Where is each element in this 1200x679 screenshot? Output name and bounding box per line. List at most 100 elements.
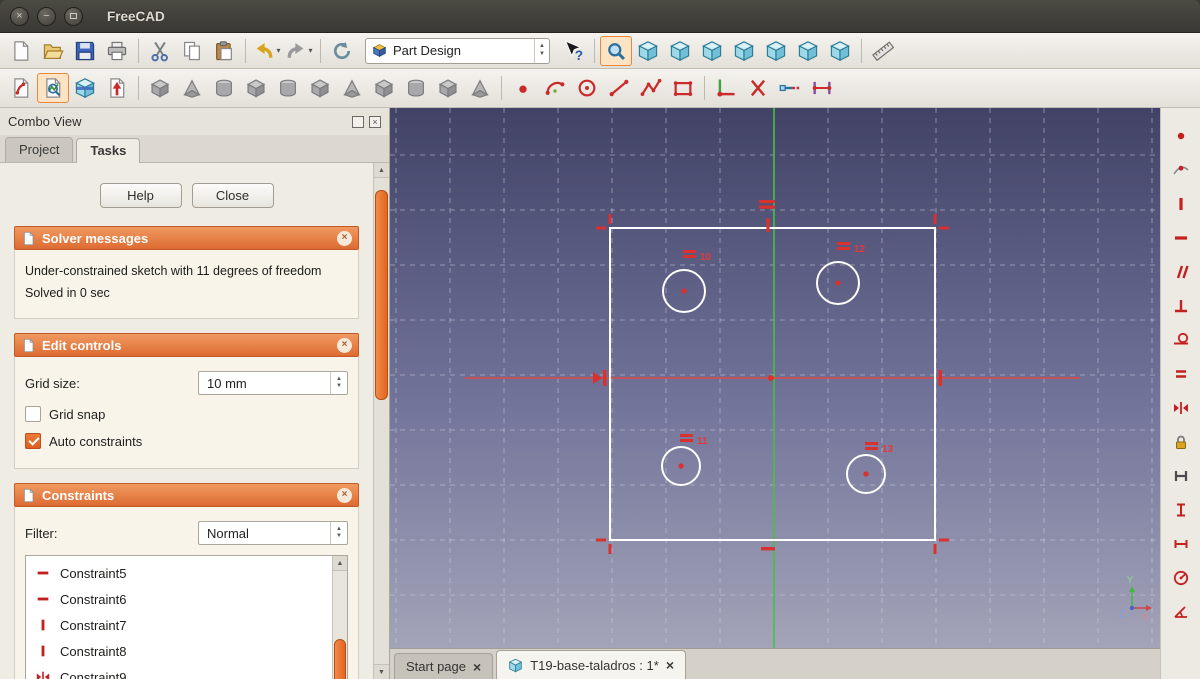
horizontal-distance-button[interactable] [1168,532,1194,556]
panel-scrollbar[interactable]: ▲ ▼ [373,163,389,679]
edit-sketch-button[interactable] [5,73,37,103]
constraint-label: Constraint9 [60,670,126,679]
save-button[interactable] [69,36,101,66]
perpendicular-constraint-button[interactable] [1168,294,1194,318]
view-section-button[interactable] [69,73,101,103]
close-tab-icon[interactable]: × [473,660,481,674]
vertical-distance-button[interactable] [1168,498,1194,522]
create-line-button[interactable] [603,73,635,103]
list-scrollbar[interactable]: ▲ ▼ [332,556,347,679]
vertical-constraint-button[interactable] [1168,192,1194,216]
right-view-button[interactable] [728,36,760,66]
scroll-up-icon[interactable]: ▲ [333,556,347,571]
tab-start-page[interactable]: Start page × [394,653,493,679]
scroll-up-icon[interactable]: ▲ [374,163,389,178]
edit-controls-header[interactable]: Edit controls × [14,333,359,357]
workbench-selector[interactable]: Part Design ▲▼ [365,38,550,64]
list-item[interactable]: Constraint7 [26,612,332,638]
copy-button[interactable] [176,36,208,66]
grid-snap-checkbox[interactable] [25,406,41,422]
redo-button[interactable]: ▾ [283,36,315,66]
symmetric-constraint-button[interactable] [1168,396,1194,420]
print-button[interactable] [101,36,133,66]
horizontal-constraint-button[interactable] [1168,226,1194,250]
point-on-object-icon [1172,161,1190,179]
list-item[interactable]: Constraint8 [26,638,332,664]
list-item[interactable]: Constraint6 [26,586,332,612]
help-button[interactable]: Help [100,183,182,208]
measure-distance-button[interactable] [867,36,899,66]
extend-edge-button[interactable] [774,73,806,103]
collapse-section-icon[interactable]: × [337,488,352,503]
spinner-arrows-icon: ▲▼ [534,39,545,63]
tangent-constraint-button[interactable] [1168,328,1194,352]
radius-constraint-button[interactable] [1168,566,1194,590]
equal-constraint-button[interactable] [1168,362,1194,386]
view-sketch-button[interactable] [37,73,69,103]
constraints-header[interactable]: Constraints × [14,483,359,507]
external-geometry-button[interactable] [806,73,838,103]
create-arc-button[interactable] [539,73,571,103]
close-button[interactable]: Close [192,183,274,208]
construction-geometry-button[interactable] [710,73,742,103]
arc-icon [544,77,566,99]
front-view-button[interactable] [664,36,696,66]
auto-constraints-checkbox[interactable] [25,433,41,449]
list-item[interactable]: Constraint9 [26,664,332,679]
fit-all-button[interactable] [600,36,632,66]
linear-pattern-button [464,73,496,103]
constraint-label: Constraint7 [60,618,126,633]
window-close-button[interactable]: × [10,7,29,26]
list-item[interactable]: Constraint5 [26,560,332,586]
window-maximize-button[interactable] [64,7,83,26]
point-on-object-button[interactable] [1168,158,1194,182]
right-view-icon [733,40,755,62]
lock-constraint-button[interactable] [1168,430,1194,454]
scroll-down-icon[interactable]: ▼ [374,664,389,679]
grid-size-stepper[interactable]: 10 mm ▲▼ [198,371,348,395]
solver-messages-header[interactable]: Solver messages × [14,226,359,250]
angle-constraint-button[interactable] [1168,600,1194,624]
filter-dropdown[interactable]: Normal ▲▼ [198,521,348,545]
left-view-button[interactable] [824,36,856,66]
open-document-button[interactable] [37,36,69,66]
create-circle-button[interactable] [571,73,603,103]
block-constraint-button[interactable] [1168,464,1194,488]
new-document-button[interactable] [5,36,37,66]
panel-float-icon[interactable] [352,116,364,128]
create-point-button[interactable] [507,73,539,103]
auto-constraints-label: Auto constraints [49,434,142,449]
coincident-constraint-button[interactable] [1168,124,1194,148]
tangent-constraint-icon [1172,331,1190,349]
viewport-canvas[interactable]: 10 12 11 13 Y X Z [390,108,1160,648]
spinner-arrows-icon[interactable]: ▲▼ [330,372,347,394]
pocket-button [176,73,208,103]
undo-button[interactable]: ▾ [251,36,283,66]
3d-viewport[interactable]: 10 12 11 13 Y X Z [390,108,1160,648]
tab-tasks[interactable]: Tasks [76,138,140,163]
create-rectangle-button[interactable] [667,73,699,103]
tab-project[interactable]: Project [5,137,73,162]
list-scrollbar-thumb[interactable] [334,639,346,679]
pocket-icon [181,77,203,99]
axonometric-view-button[interactable] [632,36,664,66]
cut-button[interactable] [144,36,176,66]
collapse-section-icon[interactable]: × [337,231,352,246]
paste-button[interactable] [208,36,240,66]
create-polyline-button[interactable] [635,73,667,103]
window-minimize-button[interactable]: − [37,7,56,26]
bottom-view-button[interactable] [792,36,824,66]
refresh-button[interactable] [326,36,358,66]
spinner-arrows-icon[interactable]: ▲▼ [330,522,347,544]
panel-scrollbar-thumb[interactable] [375,190,388,400]
close-tab-icon[interactable]: × [666,658,674,672]
leave-sketch-button[interactable] [101,73,133,103]
rear-view-button[interactable] [760,36,792,66]
collapse-section-icon[interactable]: × [337,338,352,353]
tab-document[interactable]: T19-base-taladros : 1* × [496,650,686,679]
parallel-constraint-button[interactable] [1168,260,1194,284]
whats-this-button[interactable] [557,36,589,66]
panel-close-icon[interactable]: × [369,116,381,128]
top-view-button[interactable] [696,36,728,66]
trim-edge-button[interactable] [742,73,774,103]
